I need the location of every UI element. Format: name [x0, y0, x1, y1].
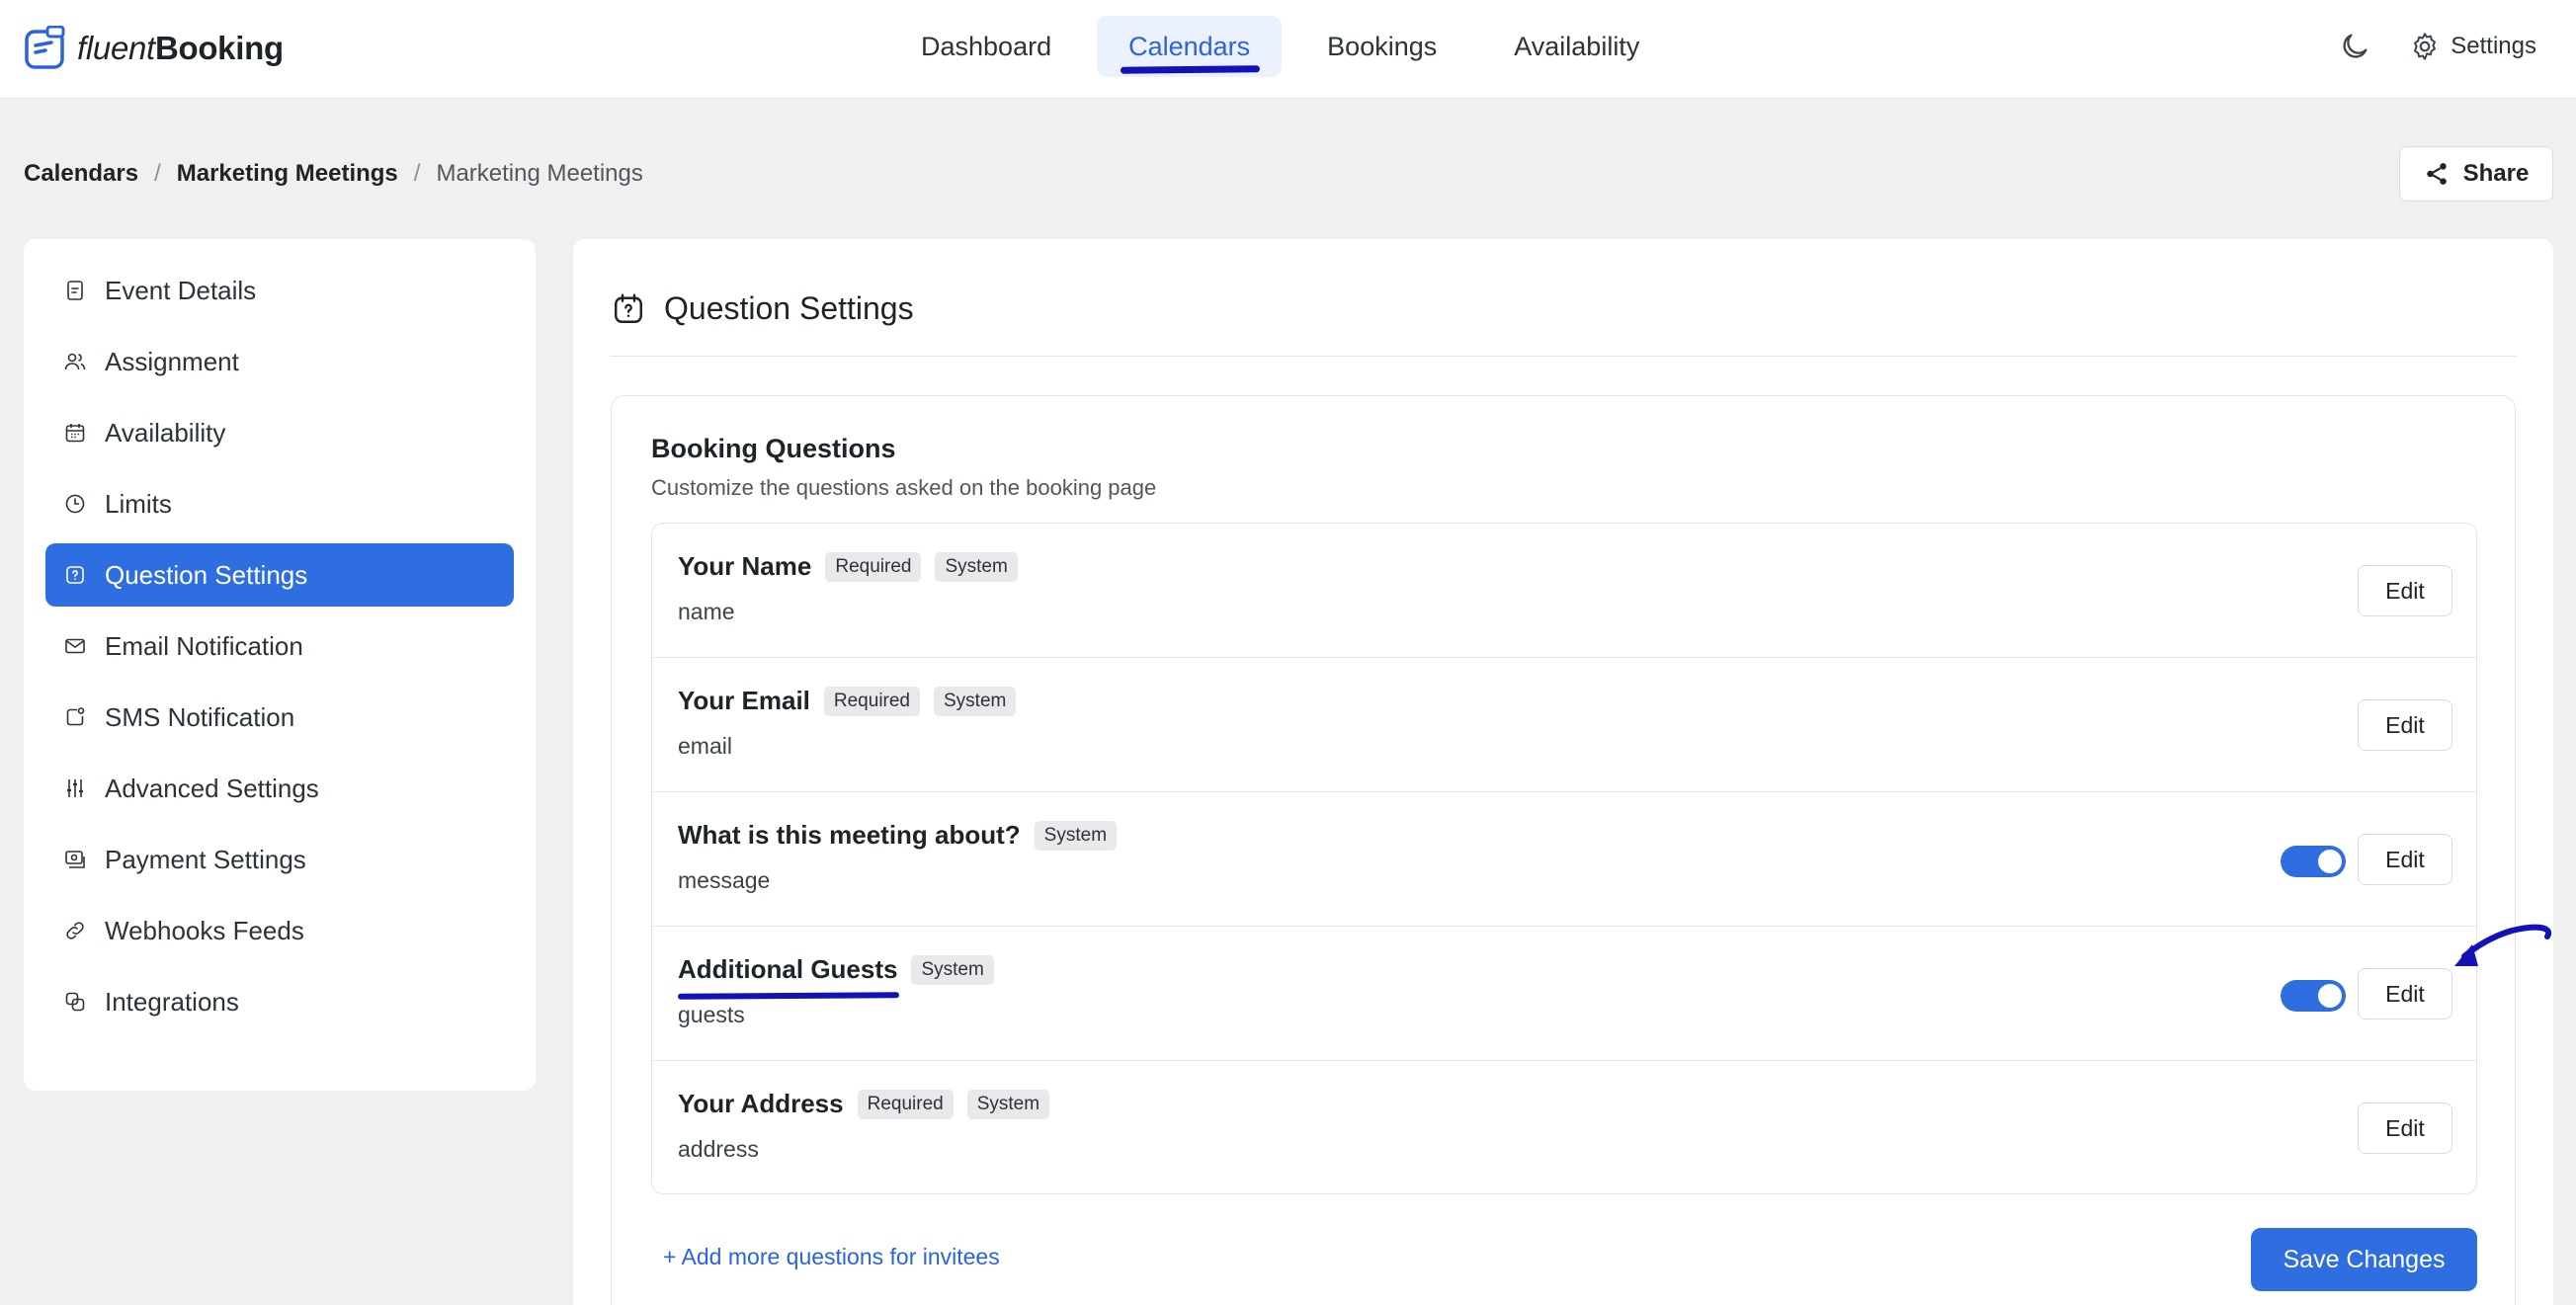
main-nav: Dashboard Calendars Bookings Availabilit…: [889, 16, 1671, 77]
sidebar-item-availability[interactable]: Availability: [45, 401, 514, 464]
system-badge: System: [1034, 820, 1118, 851]
question-row: Your Email Required System email Edit: [652, 658, 2476, 792]
question-label: Additional Guests: [677, 954, 900, 1000]
sidebar-item-webhooks-feeds[interactable]: Webhooks Feeds: [45, 899, 514, 962]
question-row: Additional Guests System guests Edit: [652, 927, 2476, 1061]
integrations-icon: [65, 992, 85, 1012]
question-label: Your Address: [678, 1089, 844, 1118]
nav-bookings[interactable]: Bookings: [1295, 16, 1468, 77]
sidebar-item-event-details[interactable]: Event Details: [45, 259, 514, 322]
required-badge: Required: [857, 1089, 954, 1119]
users-icon: [64, 353, 86, 370]
question-slug: name: [678, 599, 735, 624]
nav-availability[interactable]: Availability: [1482, 16, 1671, 77]
breadcrumb-current: Marketing Meetings: [436, 160, 643, 187]
app-logo[interactable]: fluentBooking: [24, 24, 284, 73]
enable-toggle[interactable]: [2281, 846, 2346, 877]
question-slug: address: [678, 1136, 759, 1162]
breadcrumb-calendars[interactable]: Calendars: [24, 160, 138, 188]
share-icon: [2426, 163, 2447, 185]
question-header: Additional Guests System: [677, 954, 994, 1000]
page-title: Question Settings: [664, 290, 914, 326]
question-header: What is this meeting about? System: [678, 820, 1118, 851]
question-calendar-icon: [615, 293, 642, 323]
moon-icon[interactable]: [2338, 30, 2371, 63]
question-header: Your Name Required System: [678, 551, 1018, 582]
question-label: Your Name: [678, 551, 812, 581]
add-question-link[interactable]: + Add more questions for invitees: [663, 1244, 1000, 1270]
system-badge: System: [966, 1089, 1050, 1119]
required-badge: Required: [825, 551, 922, 582]
booking-questions-card: Booking Questions Customize the question…: [611, 395, 2516, 1305]
question-row: What is this meeting about? System messa…: [652, 792, 2476, 927]
system-badge: System: [911, 954, 994, 985]
question-slug: message: [678, 867, 771, 893]
sidebar-item-sms-notification[interactable]: SMS Notification: [45, 686, 514, 749]
annotation-underline: [677, 992, 900, 1000]
questions-list: Your Name Required System name Edit Your…: [651, 523, 2477, 1194]
question-icon: [66, 566, 84, 584]
system-badge: System: [934, 686, 1017, 716]
document-icon: [67, 281, 83, 300]
sidebar-item-assignment[interactable]: Assignment: [45, 330, 514, 393]
question-slug: email: [678, 733, 732, 759]
question-header: Your Email Required System: [678, 686, 1017, 716]
section-title: Booking Questions: [651, 434, 896, 463]
breadcrumb-calendar[interactable]: Marketing Meetings: [177, 160, 398, 188]
edit-button[interactable]: Edit: [2358, 565, 2452, 616]
required-badge: Required: [823, 686, 920, 716]
share-button[interactable]: Share: [2399, 146, 2553, 202]
sliders-icon: [67, 779, 83, 797]
question-row: Your Name Required System name Edit: [652, 524, 2476, 658]
gear-icon: [2414, 33, 2437, 60]
settings-label: Settings: [2451, 33, 2536, 59]
clock-icon: [65, 494, 85, 514]
payment-icon: [65, 851, 85, 868]
sidebar-item-payment-settings[interactable]: Payment Settings: [45, 828, 514, 891]
sms-icon: [66, 707, 85, 726]
settings-link[interactable]: Settings: [2409, 31, 2536, 62]
nav-calendars[interactable]: Calendars: [1097, 16, 1283, 77]
sidebar-item-integrations[interactable]: Integrations: [45, 970, 514, 1033]
breadcrumb-separator: /: [413, 160, 421, 187]
mail-icon: [65, 638, 85, 654]
breadcrumb-separator: /: [154, 160, 161, 187]
question-header: Your Address Required System: [678, 1089, 1050, 1119]
section-subtitle: Customize the questions asked on the boo…: [651, 475, 1157, 500]
save-changes-button[interactable]: Save Changes: [2251, 1228, 2477, 1291]
annotation-underline: [1121, 65, 1261, 74]
sidebar-item-question-settings[interactable]: Question Settings: [45, 543, 514, 607]
question-label: What is this meeting about?: [678, 820, 1021, 850]
question-slug: guests: [678, 1002, 745, 1027]
calendar-icon: [65, 424, 85, 443]
sidebar-item-limits[interactable]: Limits: [45, 472, 514, 535]
breadcrumb: Calendars / Marketing Meetings / Marketi…: [24, 160, 643, 188]
panel-header: Question Settings: [611, 290, 914, 327]
question-label: Your Email: [678, 686, 810, 715]
link-icon: [66, 922, 84, 939]
divider: [611, 356, 2516, 357]
system-badge: System: [935, 551, 1018, 582]
question-settings-panel: Question Settings Booking Questions Cust…: [573, 239, 2553, 1305]
fluent-booking-logo-icon: [25, 26, 65, 69]
edit-button[interactable]: Edit: [2358, 699, 2452, 751]
sidebar-item-email-notification[interactable]: Email Notification: [45, 614, 514, 678]
nav-dashboard[interactable]: Dashboard: [889, 16, 1083, 77]
edit-button[interactable]: Edit: [2358, 968, 2452, 1020]
question-row: Your Address Required System address Edi…: [652, 1061, 2476, 1193]
top-bar: fluentBooking Dashboard Calendars Bookin…: [0, 0, 2576, 99]
enable-toggle[interactable]: [2281, 980, 2346, 1012]
app-name: fluentBooking: [77, 30, 284, 66]
edit-button[interactable]: Edit: [2358, 834, 2452, 885]
top-right-actions: Settings: [2338, 30, 2536, 63]
edit-button[interactable]: Edit: [2358, 1102, 2452, 1154]
settings-sidebar: Event Details Assignment Availability Li…: [24, 239, 536, 1091]
share-label: Share: [2462, 160, 2530, 187]
sidebar-item-advanced-settings[interactable]: Advanced Settings: [45, 757, 514, 820]
